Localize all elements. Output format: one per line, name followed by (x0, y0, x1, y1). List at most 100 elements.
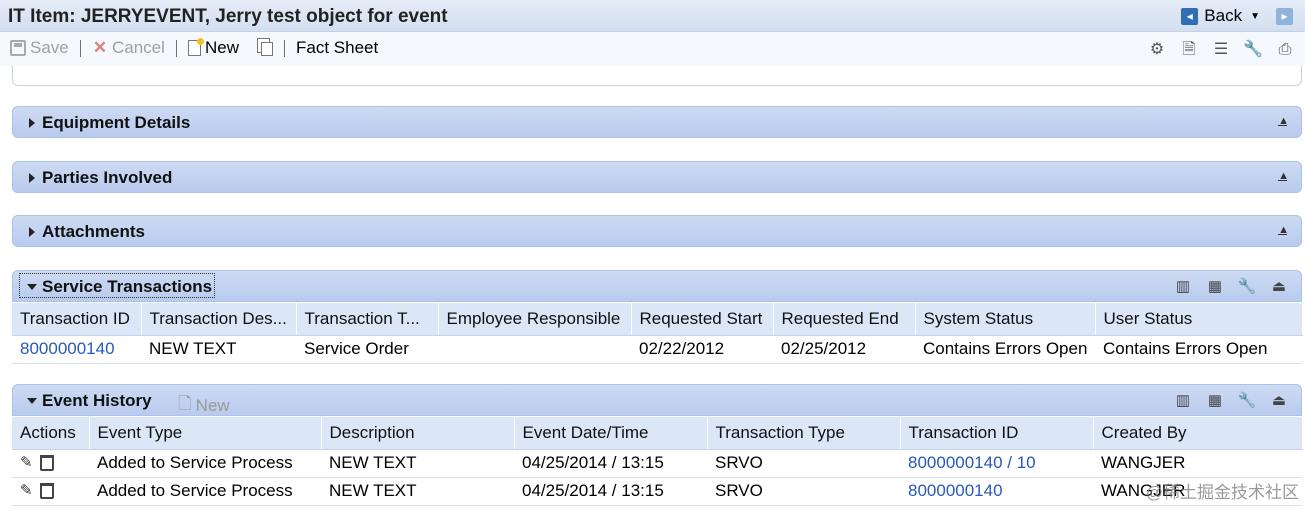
event-new-button[interactable]: 🗋 New (178, 391, 230, 420)
cell-description: NEW TEXT (321, 477, 514, 506)
collapse-icon[interactable]: ⏏ (1269, 391, 1289, 411)
table-row: ✎ Added to Service Process NEW TEXT 04/2… (12, 449, 1302, 478)
cell-datetime: 04/25/2014 / 13:15 (514, 449, 707, 478)
copy-button[interactable] (257, 38, 273, 56)
page-title: IT Item: JERRYEVENT, Jerry test object f… (8, 6, 448, 27)
collapse-icon[interactable]: ▲ (1278, 170, 1289, 182)
column-header[interactable]: User Status (1095, 303, 1303, 336)
export-excel-icon[interactable]: ▦ (1205, 391, 1225, 411)
cell-datetime: 04/25/2014 / 13:15 (514, 477, 707, 506)
fact-sheet-label: Fact Sheet (296, 38, 379, 57)
cell-transaction-type: SRVO (707, 449, 900, 478)
toolbar-right-icons: ⚙ 🗎 ☰ 🔧 ⎙ (1147, 40, 1295, 60)
cell-user-status: Contains Errors Open (1095, 335, 1302, 364)
column-header[interactable]: Event Type (89, 417, 322, 450)
table-row: ✎ Added to Service Process NEW TEXT 04/2… (12, 477, 1302, 506)
column-header[interactable]: Created By (1093, 417, 1303, 450)
section-title: Event History (42, 391, 152, 410)
section-tools: ▥ ▦ 🔧 ⏏ (1173, 391, 1289, 411)
section-title: Attachments (42, 222, 145, 241)
section-title: Service Transactions (42, 277, 213, 296)
section-service-transactions[interactable]: Service Transactions ▥ ▦ 🔧 ⏏ (12, 270, 1302, 302)
save-button[interactable]: Save (10, 38, 69, 58)
toolbar: Save ✕ Cancel New Fact Sheet ⚙ 🗎 ☰ 🔧 ⎙ (0, 32, 1305, 66)
column-header[interactable]: Actions (12, 417, 90, 450)
collapse-arrow-icon[interactable] (27, 284, 37, 290)
cell-employee (438, 335, 631, 364)
chart-icon[interactable]: ▥ (1173, 391, 1193, 411)
section-title: Equipment Details (42, 113, 191, 132)
forward-arrow-icon[interactable]: ▸ (1276, 7, 1293, 25)
event-history-table: Actions Event Type Description Event Dat… (12, 417, 1303, 506)
column-header[interactable]: Transaction Des... (141, 303, 297, 336)
collapse-icon[interactable]: ▲ (1278, 115, 1289, 127)
fact-sheet-button[interactable]: Fact Sheet (296, 38, 378, 58)
transaction-id-link[interactable]: 8000000140 (20, 339, 115, 358)
section-equipment-details[interactable]: Equipment Details ▲ (12, 106, 1302, 138)
section-event-history[interactable]: Event History 🗋 New ▥ ▦ 🔧 ⏏ (12, 384, 1302, 416)
section-title: Parties Involved (42, 168, 173, 187)
delete-icon[interactable] (40, 455, 54, 471)
cell-event-type: Added to Service Process (89, 477, 321, 506)
section-attachments[interactable]: Attachments ▲ (12, 215, 1302, 247)
table-header-row: Transaction ID Transaction Des... Transa… (12, 303, 1303, 336)
cell-description: NEW TEXT (321, 449, 514, 478)
cancel-button[interactable]: ✕ Cancel (92, 38, 165, 58)
column-header[interactable]: Transaction ID (12, 303, 142, 336)
cancel-label: Cancel (112, 38, 165, 57)
new-button[interactable]: New (188, 38, 239, 58)
service-transactions-table: Transaction ID Transaction Des... Transa… (12, 303, 1303, 364)
column-header[interactable]: Transaction T... (296, 303, 439, 336)
list-icon[interactable]: ☰ (1211, 40, 1231, 60)
back-arrow-icon: ◂ (1181, 7, 1199, 25)
table-header-row: Actions Event Type Description Event Dat… (12, 417, 1303, 450)
collapse-icon[interactable]: ⏏ (1269, 277, 1289, 297)
column-header[interactable]: Transaction Type (707, 417, 901, 450)
new-label: New (205, 38, 240, 57)
edit-icon[interactable]: ✎ (20, 455, 36, 471)
cancel-icon: ✕ (92, 38, 108, 57)
transaction-id-link[interactable]: 8000000140 / 10 (908, 453, 1036, 472)
column-header[interactable]: System Status (915, 303, 1096, 336)
cell-end: 02/25/2012 (773, 335, 915, 364)
watermark: @稀土掘金技术社区 (1145, 483, 1299, 502)
column-header[interactable]: Description (321, 417, 515, 450)
edit-icon[interactable]: ✎ (20, 483, 36, 499)
back-button[interactable]: ◂ Back ▼ ▸ (1181, 6, 1293, 26)
column-header[interactable]: Event Date/Time (514, 417, 708, 450)
expand-arrow-icon[interactable] (29, 173, 35, 183)
collapse-arrow-icon[interactable] (27, 398, 37, 404)
printer-icon[interactable]: ⎙ (1275, 40, 1295, 60)
delete-icon[interactable] (40, 483, 54, 499)
cell-system-status: Contains Errors Open (915, 335, 1095, 364)
cell-type: Service Order (296, 335, 438, 364)
wrench-icon[interactable]: 🔧 (1237, 277, 1257, 297)
toolbar-divider (80, 40, 81, 57)
column-header[interactable]: Requested End (773, 303, 916, 336)
document-settings-icon[interactable]: 🗎 (1179, 40, 1199, 60)
expand-arrow-icon[interactable] (29, 118, 35, 128)
column-header[interactable]: Requested Start (631, 303, 774, 336)
overview-panel-bottom (12, 66, 1302, 86)
section-parties-involved[interactable]: Parties Involved ▲ (12, 161, 1302, 193)
cell-transaction-type: SRVO (707, 477, 900, 506)
collapse-icon[interactable]: ▲ (1278, 224, 1289, 236)
copy-icon (257, 38, 273, 56)
cell-start: 02/22/2012 (631, 335, 773, 364)
chevron-down-icon[interactable]: ▼ (1250, 11, 1260, 22)
chart-icon[interactable]: ▥ (1173, 277, 1193, 297)
export-excel-icon[interactable]: ▦ (1205, 277, 1225, 297)
column-header[interactable]: Employee Responsible (438, 303, 632, 336)
section-tools: ▥ ▦ 🔧 ⏏ (1173, 277, 1289, 297)
table-row: 8000000140 NEW TEXT Service Order 02/22/… (12, 335, 1302, 364)
expand-arrow-icon[interactable] (29, 227, 35, 237)
wrench-icon[interactable]: 🔧 (1237, 391, 1257, 411)
cell-created-by: WANGJER (1093, 449, 1302, 478)
toolbar-divider (284, 40, 285, 57)
back-label: Back (1204, 6, 1243, 25)
transaction-id-link[interactable]: 8000000140 (908, 481, 1003, 500)
save-label: Save (30, 38, 69, 57)
gear-icon[interactable]: ⚙ (1147, 40, 1167, 60)
column-header[interactable]: Transaction ID (900, 417, 1094, 450)
wrench-icon[interactable]: 🔧 (1243, 40, 1263, 60)
